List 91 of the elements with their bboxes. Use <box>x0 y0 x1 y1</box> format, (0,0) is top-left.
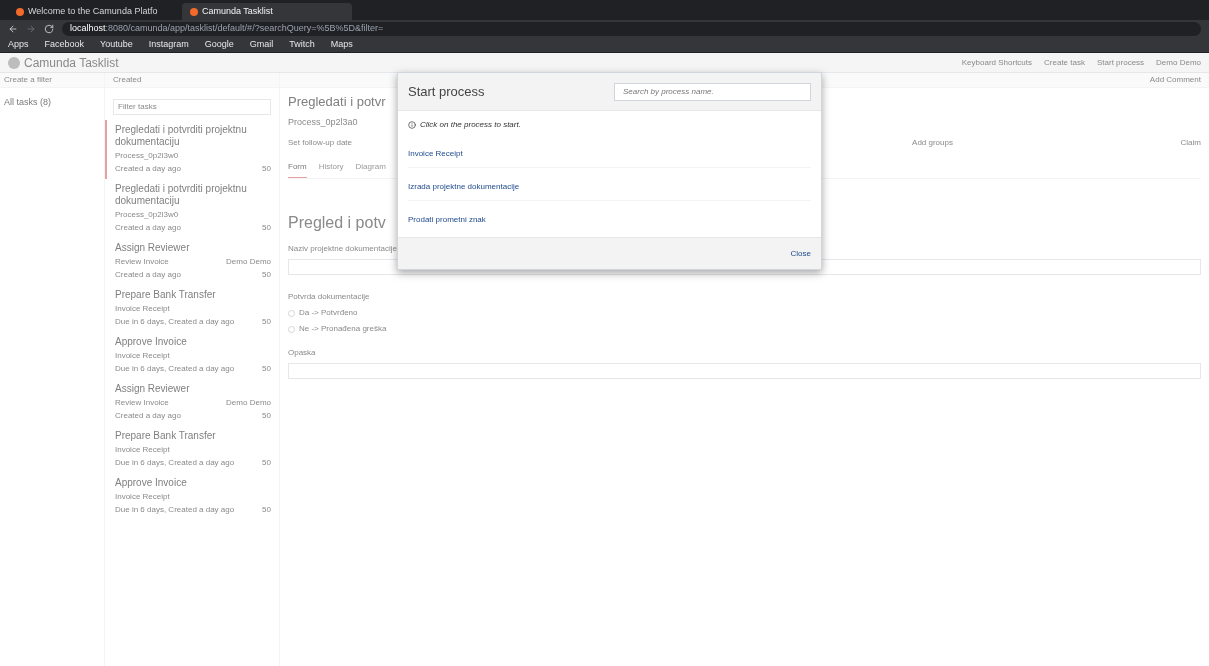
task-meta: Created a day ago <box>115 410 181 422</box>
task-card[interactable]: Pregledati i potvrditi projektnu dokumentaciju Process_0p2l3w0 Created a day ago 50 <box>105 120 279 179</box>
process-link[interactable]: Prodati prometni znak <box>408 215 486 224</box>
field-label: Opaska <box>288 347 316 359</box>
task-process: Review Invoice <box>115 397 169 409</box>
header-link[interactable]: Demo Demo <box>1156 56 1201 69</box>
task-process: Review Invoice <box>115 256 169 268</box>
task-process: Invoice Receipt <box>115 491 170 503</box>
task-card[interactable]: Assign Reviewer Review Invoice Demo Demo Created a day ago 50 <box>105 238 279 285</box>
add-comment-link[interactable]: Add Comment <box>1149 74 1201 86</box>
task-assignee: Demo Demo <box>226 256 271 268</box>
task-title: Pregledati i potvr <box>288 93 386 111</box>
modal-title: Start process <box>408 82 485 101</box>
task-meta: Created a day ago <box>115 222 181 234</box>
task-priority: 50 <box>262 269 271 281</box>
process-link[interactable]: Izrada projektne dokumentacije <box>408 182 520 191</box>
task-card[interactable]: Pregledati i potvrditi projektnu dokumentaciju Process_0p2l3w0 Created a day ago 50 <box>105 179 279 238</box>
hint-text: Click on the process to start. <box>420 119 521 131</box>
bookmark-link[interactable]: Youtube <box>100 38 133 52</box>
task-assignee: Demo Demo <box>226 397 271 409</box>
address-bar[interactable]: localhost:8080/camunda/app/tasklist/default/#/?searchQuery=%5B%5D&filter= <box>62 22 1201 36</box>
bookmark-link[interactable]: Instagram <box>148 38 189 52</box>
task-card[interactable]: Prepare Bank Transfer Invoice Receipt Due in 6 days, Created a day ago 50 <box>105 285 279 332</box>
bookmark-link[interactable]: Facebook <box>44 38 85 52</box>
task-meta: Created a day ago <box>115 269 181 281</box>
task-name: Pregledati i potvrditi projektnu dokumentaciju <box>115 124 248 148</box>
task-process: Process_0p2l3w0 <box>115 150 179 162</box>
bookmark-link[interactable]: Gmail <box>249 38 274 52</box>
filter-item[interactable]: All tasks (8) <box>0 88 104 118</box>
task-name: Prepare Bank Transfer <box>115 289 217 301</box>
task-meta: Created a day ago <box>115 163 181 175</box>
task-priority: 50 <box>262 457 271 469</box>
task-name: Prepare Bank Transfer <box>115 430 217 442</box>
forward-icon[interactable] <box>26 24 36 34</box>
field-label: Naziv projektne dokumentacije <box>288 243 397 255</box>
header-link[interactable]: Create task <box>1044 56 1085 69</box>
detail-tab[interactable]: Diagram <box>355 161 386 178</box>
task-priority: 50 <box>262 222 271 234</box>
detail-tab[interactable]: History <box>318 161 344 178</box>
task-card[interactable]: Assign Reviewer Review Invoice Demo Demo Created a day ago 50 <box>105 379 279 426</box>
task-name: Approve Invoice <box>115 477 188 489</box>
add-groups-link[interactable]: Add groups <box>912 137 953 149</box>
bookmark-link[interactable]: Twitch <box>289 38 315 52</box>
task-card[interactable]: Approve Invoice Invoice Receipt Due in 6 days, Created a day ago 50 <box>105 332 279 379</box>
task-priority: 50 <box>262 504 271 516</box>
bookmark-link[interactable]: Maps <box>330 38 353 52</box>
close-button[interactable]: Close <box>790 247 811 260</box>
task-process: Invoice Receipt <box>115 350 170 362</box>
radio-option[interactable]: Ne -> Pronađena greška <box>288 323 387 335</box>
browser-tab[interactable]: Welcome to the Camunda Platfo <box>8 3 178 20</box>
task-meta: Due in 6 days, Created a day ago <box>115 504 235 516</box>
task-process: Invoice Receipt <box>115 444 170 456</box>
bookmark-link[interactable]: Google <box>204 38 234 52</box>
task-meta: Due in 6 days, Created a day ago <box>115 316 235 328</box>
task-process-name: Process_0p2l3a0 <box>288 115 358 129</box>
task-meta: Due in 6 days, Created a day ago <box>115 363 235 375</box>
reload-icon[interactable] <box>44 24 54 34</box>
claim-link[interactable]: Claim <box>1180 137 1201 149</box>
favicon-icon <box>190 7 198 16</box>
app-title: Camunda Tasklist <box>24 54 119 72</box>
task-priority: 50 <box>262 410 271 422</box>
header-link[interactable]: Start process <box>1096 56 1145 69</box>
filter-tasks-field[interactable]: Filter tasks <box>113 98 271 115</box>
task-card[interactable]: Prepare Bank Transfer Invoice Receipt Due in 6 days, Created a day ago 50 <box>105 426 279 473</box>
task-name: Approve Invoice <box>115 336 188 348</box>
sort-dropdown[interactable]: Created <box>113 74 142 86</box>
task-priority: 50 <box>262 316 271 328</box>
field-label: Potvrda dokumentacije <box>288 291 370 303</box>
task-meta: Due in 6 days, Created a day ago <box>115 457 235 469</box>
favicon-icon <box>16 7 24 16</box>
follow-up-link[interactable]: Set follow-up date <box>288 137 353 149</box>
radio-option[interactable]: Da -> Potvrđeno <box>288 307 358 319</box>
browser-tab[interactable]: Camunda Tasklist <box>182 3 352 20</box>
info-icon <box>408 121 416 129</box>
process-link[interactable]: Invoice Receipt <box>408 149 463 158</box>
back-icon[interactable] <box>8 24 18 34</box>
header-link[interactable]: Keyboard Shortcuts <box>961 56 1033 69</box>
bookmark-link[interactable]: Apps <box>8 38 29 52</box>
task-priority: 50 <box>262 363 271 375</box>
task-process: Invoice Receipt <box>115 303 170 315</box>
task-priority: 50 <box>262 163 271 175</box>
process-search-field[interactable]: Search by process name. <box>614 82 811 101</box>
task-process: Process_0p2l3w0 <box>115 209 179 221</box>
task-name: Pregledati i potvrditi projektnu dokumentaciju <box>115 183 248 207</box>
note-input-field[interactable] <box>288 363 1201 379</box>
detail-tab[interactable]: Form <box>288 161 307 178</box>
logo-icon <box>8 56 20 69</box>
task-name: Assign Reviewer <box>115 242 191 254</box>
task-card[interactable]: Approve Invoice Invoice Receipt Due in 6 days, Created a day ago 50 <box>105 473 279 520</box>
form-heading: Pregled i potv <box>288 213 386 233</box>
task-name: Assign Reviewer <box>115 383 191 395</box>
